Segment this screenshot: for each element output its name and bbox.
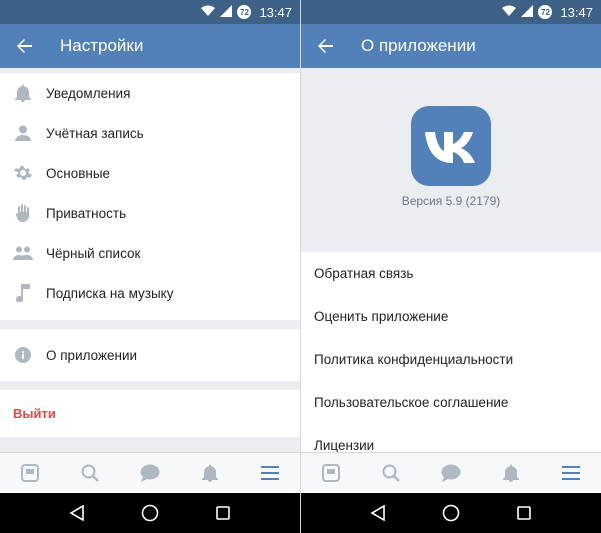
music-note-icon	[0, 284, 46, 302]
tab-search[interactable]	[371, 453, 411, 493]
bottom-tab-bar	[301, 452, 601, 493]
notifications-icon	[503, 464, 519, 482]
logout-label: Выйти	[13, 406, 56, 421]
square-recents-icon	[216, 506, 231, 520]
settings-item-label: Уведомления	[46, 85, 131, 101]
newsfeed-icon	[21, 464, 39, 482]
bell-icon	[0, 84, 46, 102]
tab-newsfeed[interactable]	[311, 453, 351, 493]
app-version: Версия 5.9 (2179)	[401, 194, 501, 208]
about-item-label: Обратная связь	[314, 266, 414, 281]
settings-item-about[interactable]: О приложении	[0, 335, 300, 375]
settings-item-label: Подписка на музыку	[46, 285, 174, 301]
vk-logo-icon	[425, 132, 475, 163]
people-icon	[0, 246, 46, 260]
about-item-label: Оценить приложение	[314, 309, 449, 324]
system-nav-bar	[0, 493, 300, 533]
about-list: Обратная связь Оценить приложение Полити…	[301, 252, 601, 453]
menu-icon	[562, 466, 580, 480]
logout-section: Выйти	[0, 390, 300, 437]
notifications-icon	[202, 464, 218, 482]
status-bar: 72 13:47	[301, 0, 601, 24]
tab-messages[interactable]	[130, 453, 170, 493]
signal-icon	[521, 4, 534, 20]
tab-menu[interactable]	[551, 453, 591, 493]
app-bar: Настройки	[0, 24, 300, 68]
newsfeed-icon	[322, 464, 340, 482]
settings-item-blacklist[interactable]: Чёрный список	[0, 233, 300, 273]
about-header: Версия 5.9 (2179)	[301, 68, 601, 244]
hand-icon	[0, 204, 46, 222]
settings-item-label: О приложении	[46, 347, 138, 363]
back-button[interactable]	[0, 24, 48, 68]
tab-newsfeed[interactable]	[10, 453, 50, 493]
settings-item-general[interactable]: Основные	[0, 153, 300, 193]
settings-item-music-subscription[interactable]: Подписка на музыку	[0, 273, 300, 313]
wifi-icon	[502, 5, 517, 20]
page-title: Настройки	[60, 36, 144, 55]
about-screen: 72 13:47 О приложении Версия 5.9 (2179) …	[301, 0, 601, 533]
settings-item-label: Приватность	[46, 205, 127, 221]
status-bar: 72 13:47	[0, 0, 300, 24]
nav-back-button[interactable]	[62, 498, 92, 528]
app-bar: О приложении	[301, 24, 601, 68]
settings-item-account[interactable]: Учётная запись	[0, 113, 300, 153]
nav-back-button[interactable]	[363, 498, 393, 528]
triangle-back-icon	[370, 505, 385, 521]
settings-item-label: Чёрный список	[46, 245, 141, 261]
settings-item-label: Учётная запись	[46, 125, 144, 141]
about-item-privacy-policy[interactable]: Политика конфиденциальности	[301, 338, 601, 381]
square-recents-icon	[517, 506, 532, 520]
nav-home-button[interactable]	[135, 498, 165, 528]
nav-home-button[interactable]	[436, 498, 466, 528]
menu-icon	[261, 466, 279, 480]
status-time: 13:47	[259, 4, 292, 20]
logout-button[interactable]: Выйти	[0, 394, 300, 434]
about-item-label: Политика конфиденциальности	[314, 352, 514, 367]
circle-home-icon	[141, 504, 159, 522]
search-icon	[382, 464, 400, 482]
circle-home-icon	[442, 504, 460, 522]
arrow-left-icon	[17, 39, 32, 53]
battery-badge: 72	[237, 5, 252, 19]
settings-item-notifications[interactable]: Уведомления	[0, 73, 300, 113]
nav-recents-button[interactable]	[208, 498, 238, 528]
tab-search[interactable]	[70, 453, 110, 493]
battery-badge: 72	[538, 5, 553, 19]
gear-icon	[0, 164, 46, 182]
back-button[interactable]	[301, 24, 349, 68]
tab-notifications[interactable]	[190, 453, 230, 493]
vk-logo	[411, 106, 491, 186]
tab-notifications[interactable]	[491, 453, 531, 493]
about-item-label: Лицензии	[314, 438, 375, 453]
about-section: О приложении	[0, 329, 300, 381]
triangle-back-icon	[69, 505, 84, 521]
search-icon	[81, 464, 99, 482]
messages-icon	[441, 464, 461, 482]
system-nav-bar	[301, 493, 601, 533]
about-item-label: Пользовательское соглашение	[314, 395, 509, 410]
about-item-terms[interactable]: Пользовательское соглашение	[301, 381, 601, 424]
arrow-left-icon	[318, 39, 333, 53]
bottom-tab-bar	[0, 452, 300, 493]
settings-item-privacy[interactable]: Приватность	[0, 193, 300, 233]
about-item-feedback[interactable]: Обратная связь	[301, 252, 601, 295]
wifi-icon	[201, 5, 216, 20]
about-item-rate-app[interactable]: Оценить приложение	[301, 295, 601, 338]
tab-menu[interactable]	[250, 453, 290, 493]
signal-icon	[220, 4, 233, 20]
settings-list: Уведомления Учётная запись Основные Прив…	[0, 73, 300, 320]
person-icon	[0, 125, 46, 141]
messages-icon	[140, 464, 160, 482]
nav-recents-button[interactable]	[509, 498, 539, 528]
tab-messages[interactable]	[431, 453, 471, 493]
page-title: О приложении	[361, 36, 476, 55]
info-icon	[0, 347, 46, 363]
status-time: 13:47	[560, 4, 593, 20]
settings-screen: 72 13:47 Настройки Уведомления Учётная з…	[0, 0, 300, 533]
settings-item-label: Основные	[46, 165, 111, 181]
